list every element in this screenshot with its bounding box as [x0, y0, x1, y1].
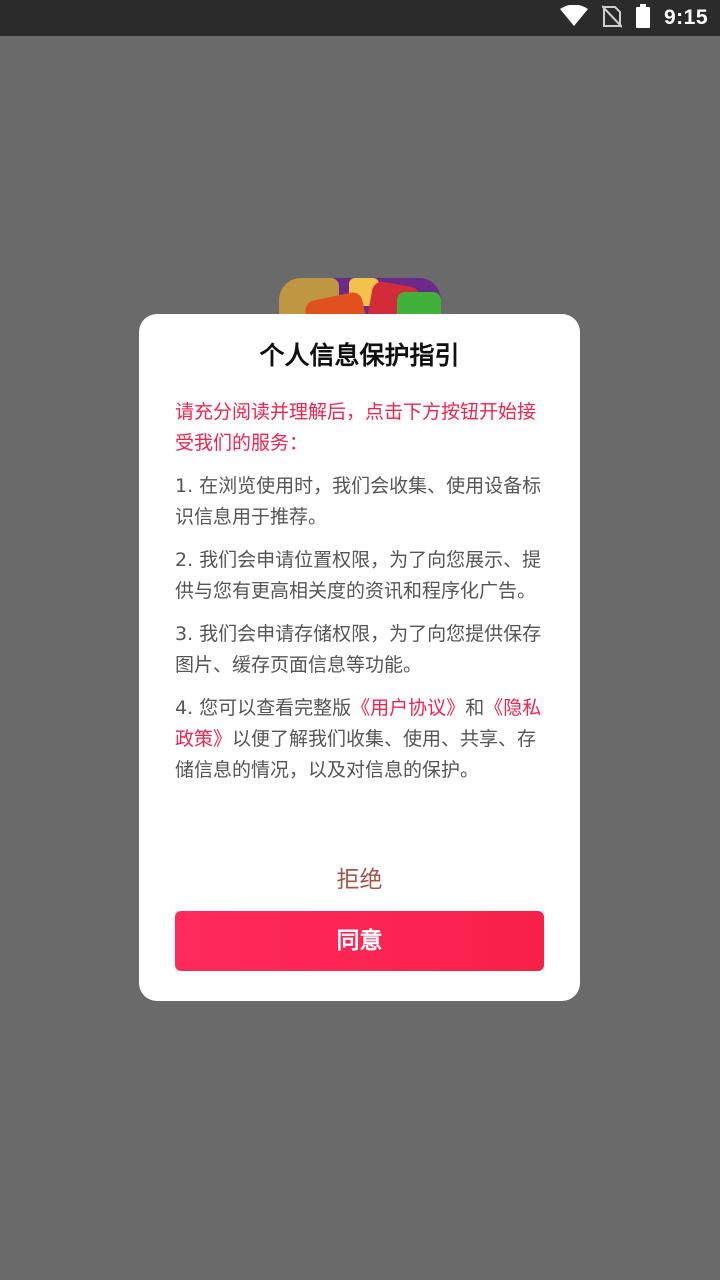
privacy-dialog: 个人信息保护指引 请充分阅读并理解后，点击下方按钮开始接受我们的服务： 1. 在… — [139, 314, 580, 1001]
status-time: 9:15 — [663, 6, 708, 29]
battery-icon — [635, 4, 650, 32]
policy-item-4-prefix: 4. 您可以查看完整版 — [175, 697, 352, 719]
policy-item-2: 2. 我们会申请位置权限，为了向您展示、提供与您有更高相关度的资讯和程序化广告。 — [175, 549, 542, 602]
policy-item-1: 1. 在浏览使用时，我们会收集、使用设备标识信息用于推荐。 — [175, 475, 542, 528]
user-agreement-link[interactable]: 《用户协议》 — [351, 697, 465, 719]
wifi-icon — [559, 4, 588, 31]
no-sim-icon — [601, 4, 623, 32]
policy-item-4-middle: 和 — [465, 697, 485, 719]
policy-item-3: 3. 我们会申请存储权限，为了向您提供保存图片、缓存页面信息等功能。 — [175, 623, 542, 676]
dialog-title: 个人信息保护指引 — [259, 341, 460, 370]
policy-item-4: 4. 您可以查看完整版《用户协议》和《隐私政策》以便了解我们收集、使用、共享、存… — [175, 693, 547, 786]
dialog-body: 请充分阅读并理解后，点击下方按钮开始接受我们的服务： 1. 在浏览使用时，我们会… — [175, 397, 547, 798]
agree-button[interactable]: 同意 — [175, 911, 544, 971]
dialog-intro: 请充分阅读并理解后，点击下方按钮开始接受我们的服务： — [175, 401, 537, 454]
status-icons: 9:15 — [559, 0, 708, 36]
reject-button[interactable]: 拒绝 — [139, 860, 580, 900]
status-bar: 9:15 — [0, 0, 720, 36]
